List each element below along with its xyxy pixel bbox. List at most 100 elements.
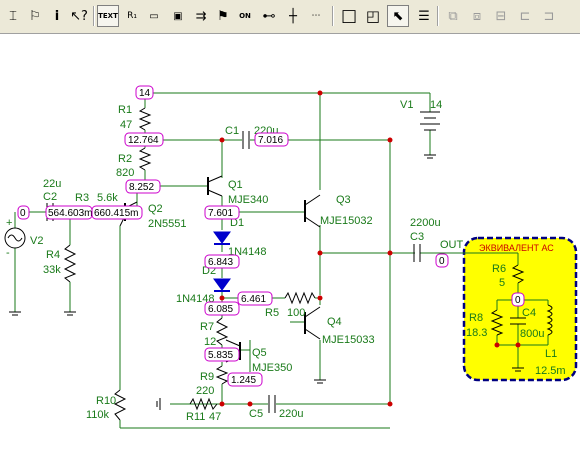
help-arrow-icon[interactable]: ↖? — [68, 5, 90, 27]
q2-label: Q2 — [148, 203, 163, 215]
align-icon[interactable]: ⊟ — [490, 5, 512, 27]
node-flag-icon[interactable]: ⚑ — [212, 5, 234, 27]
r2-value: 820 — [116, 167, 134, 179]
r8-value: 18.3 — [466, 327, 487, 339]
node-14: 14 — [139, 88, 151, 99]
node-660: 660.415m — [94, 208, 138, 219]
node-0-speaker: 0 — [515, 295, 521, 306]
c4-value: 800u — [520, 328, 544, 340]
r10-resistor — [113, 389, 127, 421]
schematic: R1 47 R2 820 C1 220u Q1 MJE340 22u C2 R3… — [4, 85, 578, 429]
v2-plus: + — [6, 217, 12, 229]
d1-diode — [213, 231, 231, 244]
on-switch-icon[interactable]: ON — [234, 5, 256, 27]
r11-value: 47 — [209, 411, 221, 423]
d2-diode — [213, 278, 231, 291]
q5-label: Q5 — [252, 347, 267, 359]
q3-model: MJE15032 — [320, 215, 373, 227]
r3-value: 5.6k — [97, 192, 118, 204]
out-label: OUT — [440, 239, 464, 251]
r1-resistor — [138, 107, 152, 131]
v1-value: 14 — [430, 99, 442, 111]
properties-icon[interactable]: ☰ — [413, 5, 435, 27]
r9-value: 220 — [196, 385, 214, 397]
v2-minus: - — [6, 247, 10, 259]
component-name-icon[interactable]: ▭ — [143, 5, 165, 27]
ungroup-icon[interactable]: ⧈ — [466, 5, 488, 27]
resistor-label-icon[interactable]: R₁ — [121, 5, 143, 27]
r11-label: R11 — [186, 411, 205, 423]
resistors — [63, 107, 525, 421]
node-6843: 6.843 — [208, 257, 233, 268]
pointer-icon[interactable]: ⬉ — [387, 5, 409, 27]
speaker-title: ЭКВИВАЛЕНТ АС — [479, 243, 554, 253]
wire-arrows-icon[interactable]: ⇉ — [190, 5, 212, 27]
node-6461: 6.461 — [241, 294, 266, 305]
schematic-canvas[interactable]: R1 47 R2 820 C1 220u Q1 MJE340 22u C2 R3… — [0, 34, 580, 455]
q4-model: MJE15033 — [322, 334, 375, 346]
q2-model: 2N5551 — [148, 218, 187, 230]
speaker-equivalent-box[interactable] — [462, 236, 578, 382]
c1-label: C1 — [225, 125, 239, 137]
l1-value: 12.5m — [535, 365, 566, 377]
v2-label: V2 — [30, 235, 43, 247]
r10-value: 110k — [86, 409, 110, 421]
value-icon[interactable]: ▣ — [167, 5, 189, 27]
q4-label: Q4 — [327, 316, 342, 328]
node-1245: 1.245 — [231, 375, 256, 386]
q3-label: Q3 — [336, 194, 351, 206]
frame-icon[interactable]: ◰ — [362, 5, 384, 27]
r6-value: 5 — [499, 277, 505, 289]
flag-icon[interactable]: ⚐ — [24, 5, 46, 27]
c2-value: 22u — [43, 178, 61, 190]
text-label-button[interactable]: TEXT — [97, 5, 119, 27]
q1-model: MJE340 — [228, 194, 268, 206]
r4-label: R4 — [46, 249, 60, 261]
node-12764: 12.764 — [128, 135, 159, 146]
node-7601: 7.601 — [208, 208, 233, 219]
r9-resistor — [215, 365, 229, 385]
r2-resistor — [138, 147, 152, 171]
text-cursor-icon[interactable]: ⌶ — [2, 5, 24, 27]
node-6085: 6.085 — [208, 304, 233, 315]
r7-label: R7 — [200, 321, 214, 333]
node-5835: 5.835 — [208, 350, 233, 361]
r5-value: 100 — [287, 307, 305, 319]
r1-value: 47 — [120, 119, 132, 131]
align-left-icon[interactable]: ⊏ — [514, 5, 536, 27]
node-7016: 7.016 — [258, 135, 283, 146]
r10-label: R10 — [96, 395, 116, 407]
v1-battery — [420, 111, 440, 131]
q1-label: Q1 — [228, 179, 243, 191]
r8-label: R8 — [469, 312, 483, 324]
grid-icon[interactable]: ⋯ — [305, 5, 327, 27]
rectangle-icon[interactable]: □ — [338, 5, 360, 27]
bus-icon[interactable]: ⊷ — [258, 5, 280, 27]
node-0-input: 0 — [20, 208, 26, 219]
c3-value: 2200u — [410, 217, 441, 229]
l1-label: L1 — [545, 348, 557, 360]
r9-label: R9 — [200, 371, 214, 383]
r1-label: R1 — [118, 104, 132, 116]
c2-label: C2 — [43, 191, 57, 203]
align-right-icon[interactable]: ⊐ — [538, 5, 560, 27]
node-0-out: 0 — [439, 256, 445, 267]
r3-label: R3 — [75, 192, 89, 204]
r5-resistor — [284, 291, 316, 305]
info-icon[interactable]: i — [46, 5, 68, 27]
group-icon[interactable]: ⧉ — [442, 5, 464, 27]
node-564: 564.603m — [48, 208, 92, 219]
r7-resistor — [215, 317, 229, 346]
c3-label: C3 — [410, 231, 424, 243]
toolbar: ⌶ ⚐ i ↖? TEXT R₁ ▭ ▣ ⇉ ⚑ ON ⊷ ┼ ⋯ □ ◰ ⬉ … — [0, 0, 580, 34]
c5-label: C5 — [249, 408, 263, 420]
node-8252: 8.252 — [129, 182, 154, 193]
cross-icon[interactable]: ┼ — [282, 5, 304, 27]
q5-model: MJE350 — [252, 362, 292, 374]
v1-label: V1 — [400, 99, 413, 111]
c5-value: 220u — [279, 408, 303, 420]
r4-value: 33k — [43, 264, 61, 276]
r5-label: R5 — [265, 307, 279, 319]
c4-label: C4 — [522, 307, 536, 319]
r7-value: 12 — [204, 336, 216, 348]
